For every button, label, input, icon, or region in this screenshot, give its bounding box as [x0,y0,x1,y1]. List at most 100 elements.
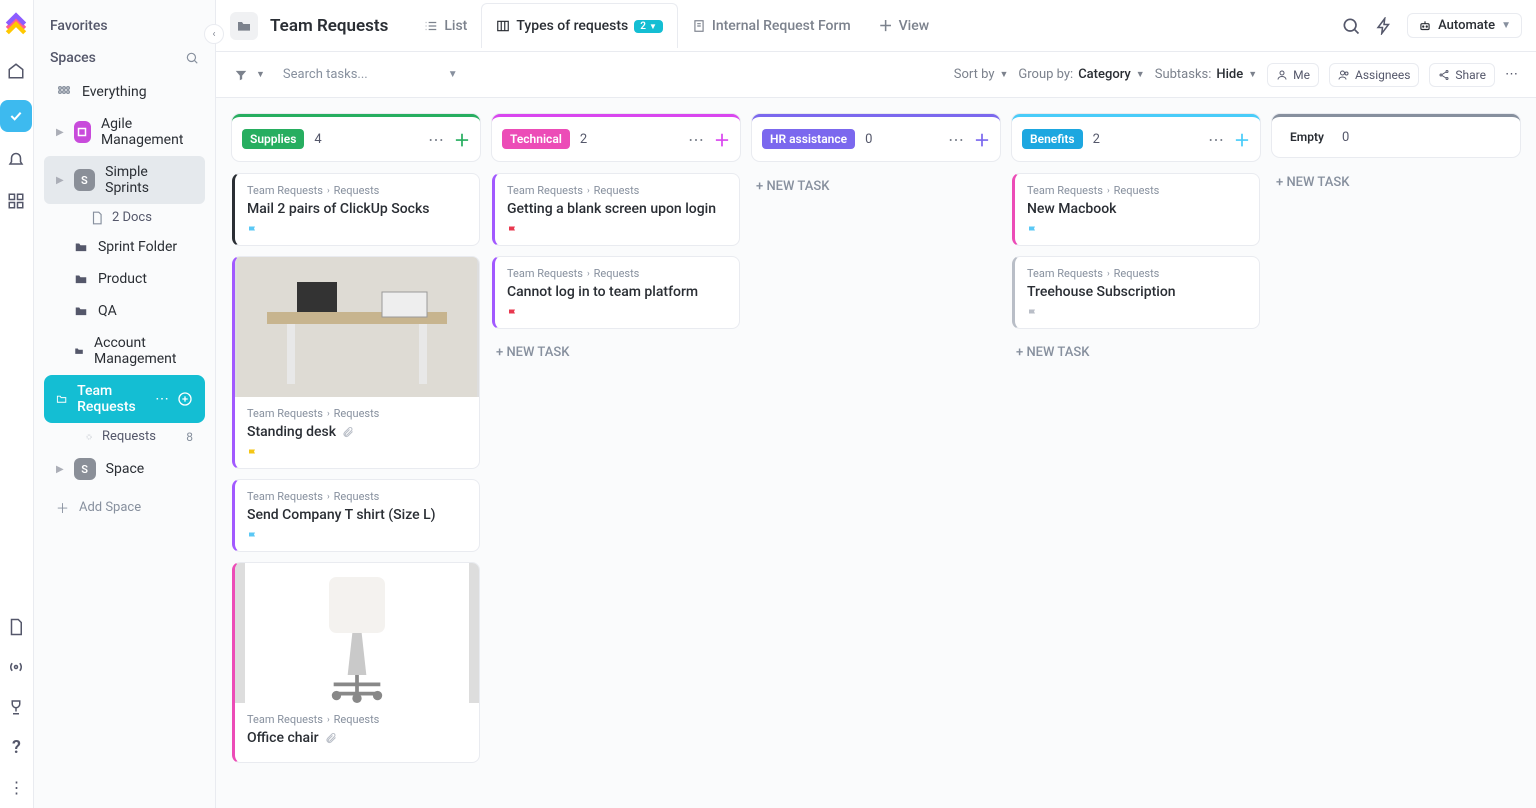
trophy-icon[interactable] [5,696,27,718]
me-button[interactable]: Me [1267,63,1319,87]
folder-label: Sprint Folder [98,239,177,255]
app-logo[interactable] [3,10,29,36]
notifications-icon[interactable] [5,150,27,172]
sidebar-everything[interactable]: Everything [44,76,205,108]
spaces-search-icon[interactable] [185,51,199,65]
sidebar-team-requests[interactable]: Team Requests ⋯ [44,375,205,423]
more-vertical-icon[interactable]: ⋮ [5,776,27,798]
column-count: 2 [580,132,587,147]
add-card-icon[interactable]: ＋ [714,127,730,151]
more-icon[interactable]: ⋯ [1505,67,1518,82]
sidebar-folder[interactable]: Sprint Folder [44,231,205,263]
bolt-icon[interactable] [1375,17,1393,35]
tab-list[interactable]: List [410,4,481,48]
board-column: Supplies4⋯＋Team Requests›RequestsMail 2 … [232,114,480,792]
sidebar-folder[interactable]: Account Management [44,327,205,375]
filter-icon[interactable] [234,68,248,82]
card-breadcrumb: Team Requests›Requests [507,267,727,280]
tab-internal-request-form[interactable]: Internal Request Form [678,4,865,48]
sort-by-button[interactable]: Sort by▼ [954,67,1009,82]
ss-label: Simple Sprints [105,164,193,196]
home-icon[interactable] [5,60,27,82]
sidebar-space[interactable]: ▶ S Space [44,450,205,488]
plus-circle-icon[interactable] [177,391,193,407]
add-card-icon[interactable]: ＋ [1234,127,1250,151]
column-count: 0 [865,132,872,147]
automate-label: Automate [1438,18,1495,33]
subtasks-button[interactable]: Subtasks: Hide ▼ [1155,67,1257,82]
space-badge: S [74,458,96,480]
search-icon[interactable] [1341,16,1361,36]
folder-icon [74,240,88,254]
plus-icon: ＋ [56,498,69,517]
task-card[interactable]: Team Requests›RequestsNew Macbook [1012,173,1260,246]
doc-icon[interactable] [5,616,27,638]
card-breadcrumb: Team Requests›Requests [247,713,467,726]
grid-icon [56,84,72,100]
chevron-right-icon: ▶ [56,464,64,475]
task-card[interactable]: Team Requests›RequestsMail 2 pairs of Cl… [232,173,480,246]
task-card[interactable]: Team Requests›RequestsOffice chair [232,562,480,763]
more-icon[interactable]: ⋯ [428,130,444,149]
search-input[interactable]: Search tasks... ▼ [283,67,463,82]
chevron-down-icon[interactable]: ▼ [256,69,265,80]
group-by-button[interactable]: Group by: Category ▼ [1018,67,1144,82]
more-icon[interactable]: ⋯ [948,130,964,149]
share-icon [1438,69,1450,81]
add-space-label: Add Space [79,500,141,515]
new-task-button[interactable]: + NEW TASK [752,173,1000,200]
automate-button[interactable]: Automate ▼ [1407,13,1522,38]
sidebar-simple-sprints[interactable]: ▶ S Simple Sprints [44,156,205,204]
sidebar-requests[interactable]: Requests 8 [44,423,205,450]
more-icon[interactable]: ⋯ [688,130,704,149]
new-task-button[interactable]: + NEW TASK [1272,169,1520,196]
plus-icon: ＋ [879,16,893,36]
sidebar-folder[interactable]: Product [44,263,205,295]
add-card-icon[interactable]: ＋ [454,127,470,151]
tasks-icon[interactable] [0,100,32,132]
folder-label: QA [98,303,117,319]
new-task-button[interactable]: + NEW TASK [1012,339,1260,366]
folder-icon [74,344,84,358]
folder-icon [56,391,67,407]
card-title: Cannot log in to team platform [507,284,727,300]
everything-label: Everything [82,84,147,100]
card-image [235,257,479,397]
task-card[interactable]: Team Requests›RequestsTreehouse Subscrip… [1012,256,1260,329]
card-breadcrumb: Team Requests›Requests [1027,184,1247,197]
folder-icon [74,304,88,318]
dot-circle-icon [84,432,94,442]
docs-label: 2 Docs [112,210,152,225]
task-card[interactable]: Team Requests›RequestsStanding desk [232,256,480,469]
sidebar-docs[interactable]: 2 Docs [44,204,205,231]
sidebar-folder[interactable]: QA [44,295,205,327]
collapse-sidebar-button[interactable]: ‹ [204,24,224,44]
header-bar: Team Requests ListTypes of requests2 ▼In… [216,0,1536,52]
task-card[interactable]: Team Requests›RequestsGetting a blank sc… [492,173,740,246]
space-label: Space [106,461,145,477]
folder-label: Product [98,271,147,287]
add-space-button[interactable]: ＋ Add Space [44,488,205,527]
broadcast-icon[interactable] [5,656,27,678]
more-icon[interactable]: ⋯ [155,391,169,407]
help-icon[interactable]: ? [5,736,27,758]
favorites-label[interactable]: Favorites [44,12,205,44]
flag-icon [247,225,259,237]
chevron-right-icon: ▶ [56,127,64,138]
tab-view[interactable]: ＋View [865,2,944,50]
apps-icon[interactable] [5,190,27,212]
tab-types-of-requests[interactable]: Types of requests2 ▼ [481,3,678,48]
new-task-button[interactable]: + NEW TASK [492,339,740,366]
task-card[interactable]: Team Requests›Requests Cannot log in to t… [492,256,740,329]
board-icon [496,19,510,33]
column-count: 4 [314,132,321,147]
task-card[interactable]: Team Requests›RequestsSend Company T shi… [232,479,480,552]
add-card-icon[interactable]: ＋ [974,127,990,151]
users-icon [1338,69,1350,81]
share-button[interactable]: Share [1429,63,1495,87]
card-title: Treehouse Subscription [1027,284,1247,300]
assignees-button[interactable]: Assignees [1329,63,1419,87]
folder-chip-icon[interactable] [230,12,258,40]
sidebar-agile[interactable]: ▶ Agile Management [44,108,205,156]
more-icon[interactable]: ⋯ [1208,130,1224,149]
